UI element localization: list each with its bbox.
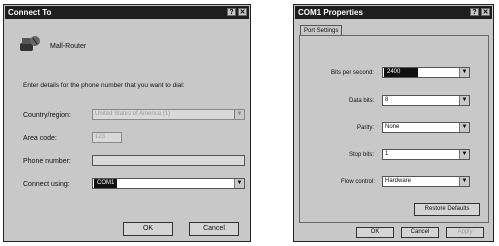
ok-button[interactable]: OK	[123, 222, 173, 236]
close-button[interactable]: ✕	[481, 8, 490, 16]
data-bits-select[interactable]: 8 ▼	[382, 95, 470, 106]
cancel-button[interactable]: Cancel	[401, 227, 439, 238]
connect-to-dialog: Connect To ? ✕ Mall-Router Enter details…	[3, 4, 251, 242]
parity-select[interactable]: None ▼	[382, 122, 470, 133]
area-code-value: 123	[95, 134, 106, 140]
connect-using-label: Connect using:	[23, 181, 70, 188]
close-button[interactable]: ✕	[238, 8, 247, 16]
country-value: United States of America (1)	[95, 111, 171, 117]
connection-name: Mall-Router	[50, 43, 87, 50]
cancel-button[interactable]: Cancel	[189, 222, 239, 236]
help-button[interactable]: ?	[227, 8, 236, 16]
dialog-title: Connect To	[8, 8, 52, 17]
flow-control-select[interactable]: Hardware ▼	[382, 176, 470, 187]
flow-control-label: Flow control:	[341, 179, 376, 185]
connect-using-value: COM1	[94, 179, 118, 188]
apply-button[interactable]: Apply	[446, 227, 484, 238]
flow-control-value: Hardware	[385, 178, 412, 184]
restore-defaults-button[interactable]: Restore Defaults	[414, 203, 480, 216]
connect-to-title-bar[interactable]: Connect To ? ✕	[5, 6, 249, 19]
chevron-down-icon[interactable]: ▼	[234, 179, 244, 188]
chevron-down-icon[interactable]: ▼	[459, 177, 469, 186]
data-bits-value: 8	[385, 97, 389, 103]
stop-bits-value: 1	[385, 151, 389, 157]
com1-properties-dialog: COM1 Properties ? ✕ Port Settings Bits p…	[293, 4, 494, 242]
chevron-down-icon[interactable]: ▼	[459, 96, 469, 105]
phone-connection-icon	[20, 36, 40, 51]
parity-value: None	[385, 124, 400, 130]
data-bits-label: Data bits:	[349, 98, 375, 104]
chevron-down-icon[interactable]: ▼	[459, 68, 469, 77]
help-button[interactable]: ?	[470, 8, 479, 16]
chevron-down-icon[interactable]: ▼	[459, 123, 469, 132]
dialog-title: COM1 Properties	[298, 8, 363, 17]
connect-using-select[interactable]: COM1 ▼	[92, 178, 245, 189]
area-code-input[interactable]: 123	[92, 132, 122, 143]
chevron-down-icon[interactable]: ▼	[459, 150, 469, 159]
stop-bits-label: Stop bits:	[349, 152, 375, 158]
bits-per-second-select[interactable]: 2400 ▼	[382, 67, 470, 78]
bits-per-second-value: 2400	[384, 68, 419, 77]
phone-number-label: Phone number:	[23, 158, 71, 165]
bits-per-second-label: Bits per second:	[331, 70, 375, 76]
tab-label: Port Settings	[304, 28, 339, 34]
com1-title-bar[interactable]: COM1 Properties ? ✕	[295, 6, 492, 19]
phone-number-input[interactable]	[92, 155, 245, 166]
stop-bits-select[interactable]: 1 ▼	[382, 149, 470, 160]
instruction-text: Enter details for the phone number that …	[23, 82, 185, 89]
ok-button[interactable]: OK	[356, 227, 394, 238]
country-select[interactable]: United States of America (1) ▼	[92, 109, 245, 120]
chevron-down-icon[interactable]: ▼	[234, 110, 244, 119]
parity-label: Parity:	[357, 125, 375, 131]
area-code-label: Area code:	[23, 135, 57, 142]
country-label: Country/region:	[23, 112, 71, 119]
